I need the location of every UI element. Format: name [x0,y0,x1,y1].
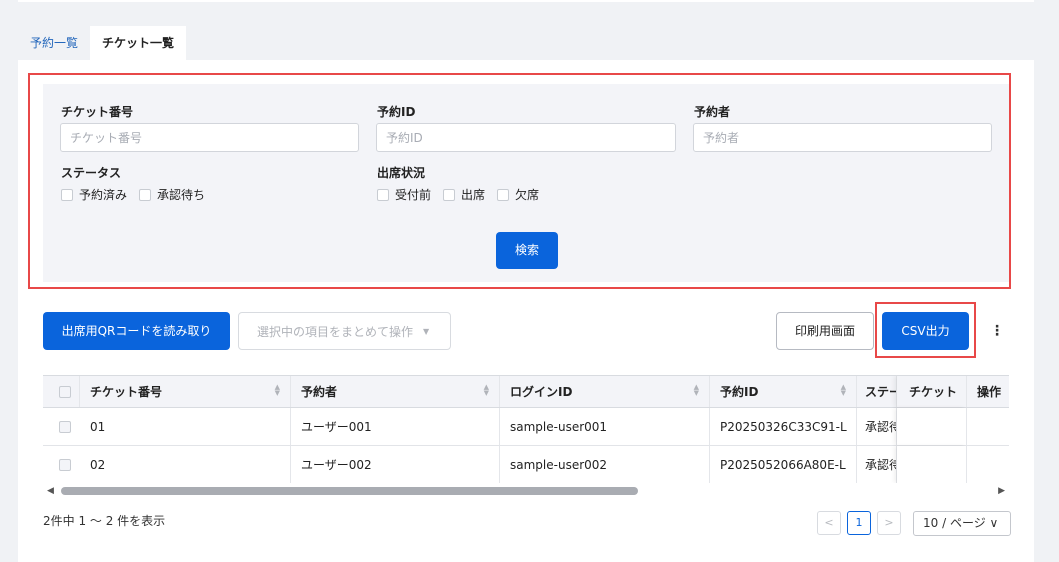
status-label: ステータス [61,166,122,180]
column-title: ログインID [510,385,573,399]
column-title: 操作 [977,385,1002,399]
header-ticket-no[interactable]: チケット番号 ▲ ▼ [80,376,291,407]
checkbox[interactable] [59,420,71,433]
page-1-button[interactable]: 1 [847,511,871,535]
reserver-label: 予約者 [694,105,731,119]
header-status[interactable]: ステータス [857,376,897,407]
ticket-no-label: チケット番号 [61,105,134,119]
cell-status: 承認待ち [857,446,897,483]
checkbox-label: 承認待ち [157,188,206,202]
sort-icon[interactable]: ▲ ▼ [841,384,846,397]
scan-qr-button[interactable]: 出席用QRコードを読み取り [43,312,230,350]
table-row[interactable]: 01 ユーザー001 sample-user001 P20250326C33C9… [43,408,1009,446]
sort-icon[interactable]: ▲ ▼ [694,384,699,397]
status-option-pending[interactable]: 承認待ち [139,186,205,203]
column-title: 予約ID [720,385,759,399]
checkbox-label: 予約済み [79,188,128,202]
scrollbar-thumb[interactable] [61,487,638,495]
tab-bar: 予約一覧 チケット一覧 [18,26,187,60]
reserver-input[interactable] [693,123,992,152]
checkbox[interactable] [59,458,71,471]
scroll-right-icon[interactable]: ▶ [998,486,1005,496]
status-option-reserved[interactable]: 予約済み [61,186,127,203]
column-title: チケット番号 [90,385,163,399]
bulk-action-label: 選択中の項目をまとめて操作 [257,324,414,339]
cell-action[interactable] [967,408,1009,445]
attendance-option-before[interactable]: 受付前 [377,186,431,203]
prev-page-button[interactable]: < [817,511,841,535]
checkbox[interactable] [139,188,152,201]
cell-reserver: ユーザー001 [291,408,500,445]
scroll-left-icon[interactable]: ◀ [47,486,54,496]
header-select-all[interactable] [43,376,80,407]
sort-icon[interactable]: ▲ ▼ [275,384,280,397]
cell-login-id: sample-user001 [500,408,710,445]
checkbox-label: 受付前 [395,188,432,202]
reservation-id-label: 予約ID [377,105,416,119]
cell-ticket-no: 02 [80,446,291,483]
header-reservation-id[interactable]: 予約ID ▲ ▼ [710,376,857,407]
cell-ticket-no: 01 [80,408,291,445]
attendance-option-present[interactable]: 出席 [443,186,485,203]
cell-ticket[interactable] [897,446,967,483]
attendance-label: 出席状況 [377,166,426,180]
bulk-action-dropdown[interactable]: 選択中の項目をまとめて操作 ▼ [238,312,451,350]
caret-down-icon: ▼ [423,326,430,336]
column-title: チケット [909,385,958,399]
row-select-cell[interactable] [43,446,80,483]
tab-reservation-list[interactable]: 予約一覧 [18,26,90,60]
checkbox-label: 欠席 [515,188,540,202]
page-size-select[interactable]: 10 / ページ ∨ [913,511,1011,536]
header-action: 操作 [967,376,1009,407]
checkbox[interactable] [497,188,510,201]
status-checkbox-group: 予約済み 承認待ち [61,186,217,203]
cell-status: 承認待ち [857,408,897,445]
cell-ticket[interactable] [897,408,967,445]
table-row[interactable]: 02 ユーザー002 sample-user002 P2025052066A80… [43,446,1009,483]
checkbox[interactable] [377,188,389,201]
header-reserver[interactable]: 予約者 ▲ ▼ [291,376,500,407]
top-border [18,0,1034,2]
checkbox[interactable] [61,188,73,201]
print-screen-button[interactable]: 印刷用画面 [776,312,874,350]
table-header-row: チケット番号 ▲▼ 予約者 ▲▼ ログインID ▲▼ 予約ID ▲▼ ステータス チケッ… [43,376,1009,408]
header-login-id[interactable]: ログインID ▲ ▼ [500,376,710,407]
ticket-table: チケット番号 ▲▼ 予約者 ▲▼ ログインID ▲▼ 予約ID ▲▼ ステータス チケッ… [43,375,1009,483]
cell-login-id: sample-user002 [500,446,710,483]
attendance-checkbox-group: 受付前 出席 欠席 [377,186,551,203]
cell-reservation-id: P2025052066A80E-L [710,446,857,483]
more-options-icon[interactable]: ⋮ [990,321,1004,341]
column-title: ステータス [865,385,896,399]
cell-reservation-id: P20250326C33C91-L [710,408,857,445]
checkbox[interactable] [59,385,71,398]
cell-reserver: ユーザー002 [291,446,500,483]
search-button[interactable]: 検索 [496,232,558,269]
sort-icon[interactable]: ▲ ▼ [484,384,489,397]
next-page-button[interactable]: > [877,511,901,535]
attendance-option-absent[interactable]: 欠席 [497,186,539,203]
header-ticket: チケット [897,376,967,407]
column-title: 予約者 [301,385,338,399]
checkbox-label: 出席 [461,188,486,202]
filter-area: チケット番号 予約ID 予約者 ステータス 予約済み 承認待ち 出席状況 受付前… [43,84,1009,282]
horizontal-scrollbar[interactable]: ◀ ▶ [43,485,1009,497]
cell-action[interactable] [967,446,1009,483]
row-select-cell[interactable] [43,408,80,445]
checkbox[interactable] [443,188,456,201]
reservation-id-input[interactable] [376,123,676,152]
ticket-no-input[interactable] [60,123,359,152]
tab-ticket-list[interactable]: チケット一覧 [90,26,187,60]
pagination-summary: 2件中 1 〜 2 件を表示 [43,514,166,528]
csv-export-button[interactable]: CSV出力 [882,312,969,350]
